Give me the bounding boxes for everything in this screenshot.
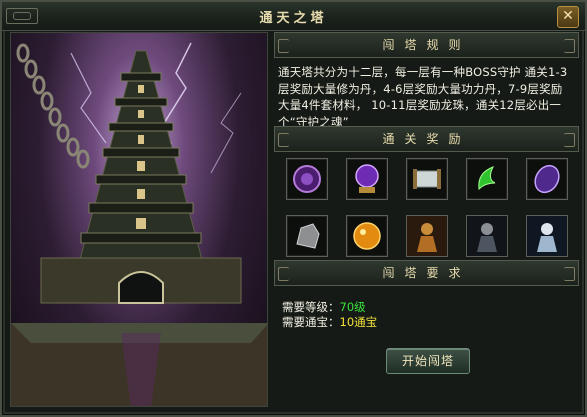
rules-header: 闯塔规则 xyxy=(274,32,579,58)
reward-slot[interactable] xyxy=(466,215,508,257)
reward-slot[interactable] xyxy=(346,215,388,257)
reward-slot[interactable] xyxy=(286,158,328,200)
reward-slot[interactable] xyxy=(346,158,388,200)
requirements-header: 闯塔要求 xyxy=(274,260,579,286)
grey-ore-icon xyxy=(296,223,320,249)
tower-illustration xyxy=(10,32,268,407)
level-requirement: 需要等级：70级 xyxy=(282,300,579,315)
scroll-icon xyxy=(413,169,441,189)
right-column: 闯塔规则 通天塔共分为十二层，每一层有一种BOSS守护 通关1-3层奖励大量修为… xyxy=(274,32,579,391)
title-bar: 通天之塔 ✕ xyxy=(2,2,585,31)
reward-slot[interactable] xyxy=(286,215,328,257)
tower-window: 通天之塔 ✕ 闯塔规则 通天塔共分为十二层，每一层有一种BOSS守护 通关1-3… xyxy=(0,0,587,417)
reward-slot[interactable] xyxy=(406,158,448,200)
dragon-pearl-icon xyxy=(353,222,381,250)
purple-swirl-gem-icon xyxy=(534,164,560,194)
gold-requirement: 需要通宝：10通宝 xyxy=(282,315,579,330)
level-value: 70级 xyxy=(339,300,366,314)
purple-crystal-ball-icon xyxy=(355,164,379,193)
requirements-area: 需要等级：70级 需要通宝：10通宝 开始闯塔 xyxy=(274,286,579,391)
window-title: 通天之塔 xyxy=(259,11,328,26)
reward-slot[interactable] xyxy=(466,158,508,200)
white-mage-icon xyxy=(527,216,567,256)
start-challenge-button[interactable]: 开始闯塔 xyxy=(386,348,470,374)
tower-icon xyxy=(11,42,267,406)
gold-value: 10通宝 xyxy=(339,315,378,329)
green-jade-claw-icon xyxy=(478,166,496,191)
purple-seal-orb-icon xyxy=(293,165,321,193)
close-button[interactable]: ✕ xyxy=(557,6,579,28)
reward-slot[interactable] xyxy=(406,215,448,257)
rewards-grid xyxy=(274,152,579,260)
rewards-header: 通关奖励 xyxy=(274,126,579,152)
rules-text: 通天塔共分为十二层，每一层有一种BOSS守护 通关1-3层奖励大量修为丹，4-6… xyxy=(278,65,568,129)
level-label: 需要等级： xyxy=(282,300,340,314)
golden-warrior-icon xyxy=(407,216,447,256)
dark-warrior-icon xyxy=(467,216,507,256)
reward-slot[interactable] xyxy=(526,158,568,200)
reward-slot[interactable] xyxy=(526,215,568,257)
gold-label: 需要通宝： xyxy=(282,315,340,329)
